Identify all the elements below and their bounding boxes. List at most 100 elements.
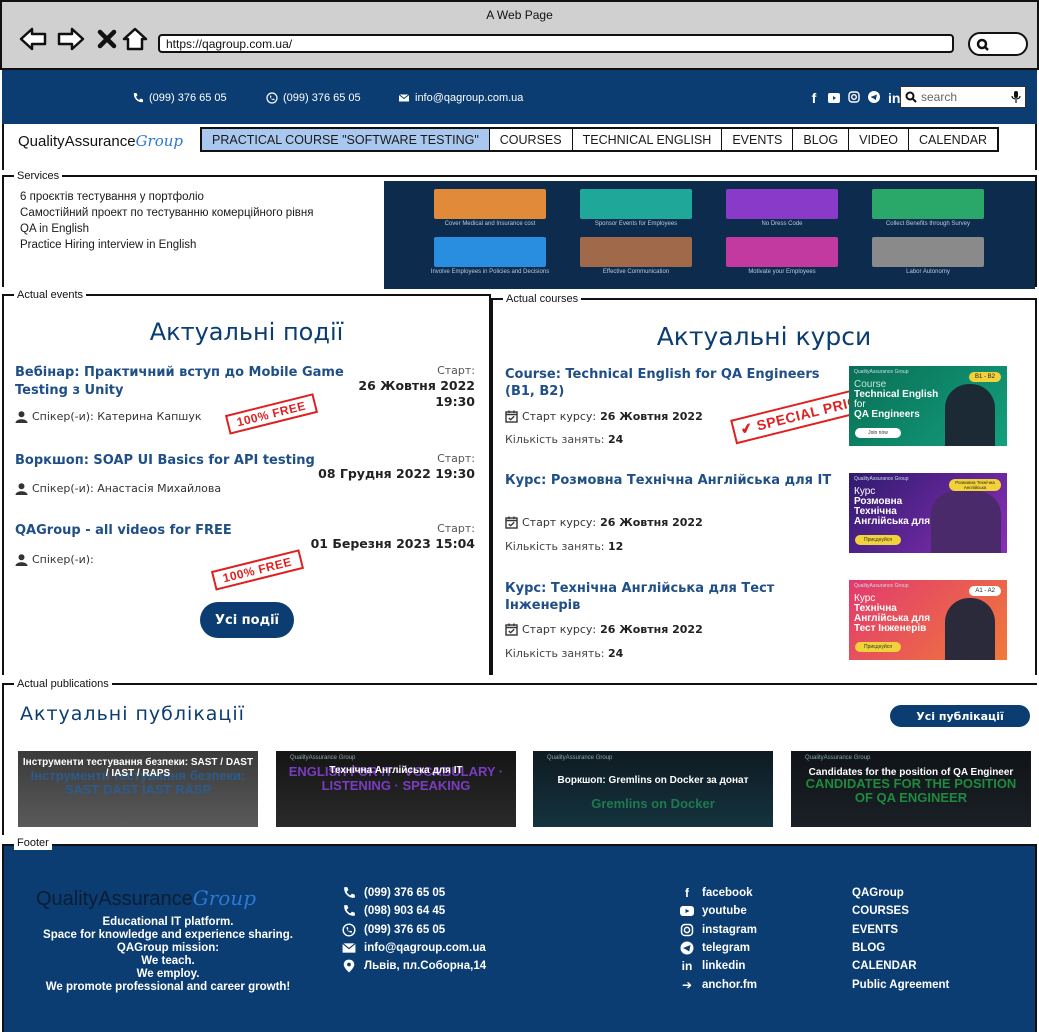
count-label: Кількість занять:	[505, 647, 605, 660]
publication-card[interactable]: QualityAssurance Group Gremlins on Docke…	[533, 751, 773, 827]
top-social-icons: f in	[808, 90, 901, 106]
footer-contact[interactable]: info@qagroup.com.ua	[342, 939, 486, 957]
start-label: Старт:	[437, 522, 475, 535]
telegram-icon[interactable]	[868, 90, 880, 106]
home-icon[interactable]	[120, 24, 150, 54]
benefit-caption: Collect Benefits through Survey	[885, 221, 971, 227]
footer-contact[interactable]: Львів, пл.Соборна,14	[342, 957, 486, 975]
about-line: QAGroup mission:	[116, 942, 220, 954]
event-speaker: Спікер(-и):	[15, 553, 94, 566]
footer-contact[interactable]: (099) 376 65 05	[342, 921, 486, 939]
course-image[interactable]: QualityAssurance Group A1 - A2 Курс Техн…	[849, 580, 1007, 660]
course-date: 26 Жовтня 2022	[600, 623, 703, 636]
all-events-button[interactable]: Усі події	[200, 602, 294, 638]
service-item: QA in English	[20, 223, 90, 235]
footer-link-events[interactable]: EVENTS	[852, 921, 949, 939]
all-publications-button[interactable]: Усі публікації	[890, 705, 1030, 727]
calendar-check-icon	[505, 516, 518, 529]
linkedin-icon[interactable]: in	[888, 90, 900, 106]
footer-logo[interactable]: QualityAssuranceGroup	[36, 886, 256, 911]
browser-search-box[interactable]	[968, 32, 1028, 56]
course-lessons: Кількість занять: 24	[505, 647, 623, 660]
course-start: Старт курсу: 26 Жовтня 2022	[505, 623, 703, 636]
logo-script: Group	[192, 886, 257, 910]
event-speaker: Спікер(-и): Анастасія Михайлова	[15, 482, 221, 495]
nav-events[interactable]: EVENTS	[722, 129, 794, 150]
top-contact-bar: (099) 376 65 05 (099) 376 65 05 info@qag…	[2, 70, 1037, 124]
course-image[interactable]: QualityAssurance Group Розмовна Технічна…	[849, 473, 1007, 553]
check-icon: ✔	[738, 419, 755, 438]
publication-card[interactable]: QualityAssurance Group ENGLISH FOR IT · …	[276, 751, 516, 827]
publication-card[interactable]: Інструменти тестування безпеки: SAST DAS…	[18, 751, 258, 827]
footer-contact[interactable]: (098) 903 64 45	[342, 902, 486, 920]
footer-link-calendar[interactable]: CALENDAR	[852, 957, 949, 975]
event-title[interactable]: Воркшоп: SOAP UI Basics for API testing	[15, 452, 345, 470]
top-viber-text: (099) 376 65 05	[283, 92, 361, 104]
course-lessons: Кількість занять: 24	[505, 433, 623, 446]
footer-social-link[interactable]: instagram	[680, 921, 757, 939]
level-badge: A1 - A2	[969, 586, 1001, 596]
site-logo[interactable]: QualityAssuranceGroup	[18, 132, 183, 150]
footer-link-courses[interactable]: COURSES	[852, 902, 949, 920]
course-title[interactable]: Course: Technical English for QA Enginee…	[505, 366, 840, 400]
youtube-icon[interactable]	[828, 90, 840, 106]
count-value: 24	[608, 647, 624, 660]
nav-calendar[interactable]: CALENDAR	[909, 129, 997, 150]
footer-link-public-agreement[interactable]: Public Agreement	[852, 975, 949, 993]
course-lessons: Кількість занять: 12	[505, 540, 623, 553]
footer-social-link[interactable]: f facebook	[680, 884, 757, 902]
nav-technical-english[interactable]: TECHNICAL ENGLISH	[573, 129, 723, 150]
group-photo	[931, 491, 1001, 553]
publication-card[interactable]: QualityAssurance Group CANDIDATES FOR TH…	[791, 751, 1031, 827]
footer-link-qagroup[interactable]: QAGroup	[852, 884, 949, 902]
footer-social-link[interactable]: ➔ anchor.fm	[680, 975, 757, 993]
back-icon[interactable]	[18, 24, 48, 54]
services-legend: Services	[14, 169, 63, 183]
top-viber[interactable]: (099) 376 65 05	[266, 92, 361, 104]
contact-text: info@qagroup.com.ua	[364, 942, 486, 955]
about-line: We teach.	[141, 955, 195, 967]
logo-text: QualityAssurance	[18, 133, 136, 150]
top-email[interactable]: info@qagroup.com.ua	[398, 92, 523, 104]
course-title[interactable]: Курс: Технічна Англійська для Тест Інжен…	[505, 580, 840, 614]
image-join-button: Приєднуйся	[855, 535, 901, 545]
course-title[interactable]: Курс: Розмовна Технічна Англійська для I…	[505, 472, 840, 489]
footer-social-link[interactable]: telegram	[680, 939, 757, 957]
image-text: Курс Розмовна Технічна Англійська для IT	[854, 487, 942, 527]
image-header: QualityAssurance Group	[854, 369, 909, 375]
card-background-text: CANDIDATES FOR THE POSITION OF QA ENGINE…	[805, 776, 1017, 805]
facebook-icon[interactable]: f	[808, 90, 820, 106]
service-item: 6 проєктів тестування у портфоліо	[20, 191, 204, 203]
image-line: QA Engineers	[854, 409, 920, 420]
footer-contact[interactable]: (099) 376 65 05	[342, 884, 486, 902]
instagram-icon	[680, 923, 694, 936]
contact-text: (099) 376 65 05	[364, 887, 446, 900]
top-phone[interactable]: (099) 376 65 05	[132, 92, 227, 104]
microphone-icon[interactable]	[1011, 91, 1021, 103]
footer-link-blog[interactable]: BLOG	[852, 939, 949, 957]
footer-social-link[interactable]: in linkedin	[680, 957, 757, 975]
nav-blog[interactable]: BLOG	[793, 129, 850, 150]
footer-links: QAGroup COURSES EVENTS BLOG CALENDAR Pub…	[852, 884, 949, 994]
facebook-icon: f	[685, 886, 689, 901]
social-text: anchor.fm	[702, 978, 757, 991]
phone-icon	[344, 887, 355, 898]
instagram-icon[interactable]	[848, 90, 860, 106]
course-image[interactable]: QualityAssurance Group B1 - B2 Course Te…	[849, 366, 1007, 446]
about-line: We promote professional and career growt…	[45, 981, 291, 993]
event-title[interactable]: QAGroup - all videos for FREE	[15, 522, 315, 540]
services-section: Services 6 проєктів тестування у портфол…	[2, 169, 1037, 289]
footer-social-link[interactable]: youtube	[680, 902, 757, 920]
nav-practical-course[interactable]: PRACTICAL COURSE "SOFTWARE TESTING"	[202, 129, 490, 150]
courses-legend: Actual courses	[503, 292, 582, 306]
start-label: Старт:	[437, 452, 475, 465]
forward-icon[interactable]	[56, 24, 86, 54]
events-heading: Актуальні події	[149, 318, 344, 346]
nav-courses[interactable]: COURSES	[490, 129, 573, 150]
benefit-caption: Effective Communication	[602, 269, 670, 275]
nav-video[interactable]: VIDEO	[849, 129, 910, 150]
anchor-icon: ➔	[681, 977, 693, 992]
address-bar[interactable]: https://qagroup.com.ua/	[158, 34, 954, 53]
stop-icon[interactable]	[92, 24, 122, 54]
site-search-input[interactable]: search	[900, 86, 1026, 108]
